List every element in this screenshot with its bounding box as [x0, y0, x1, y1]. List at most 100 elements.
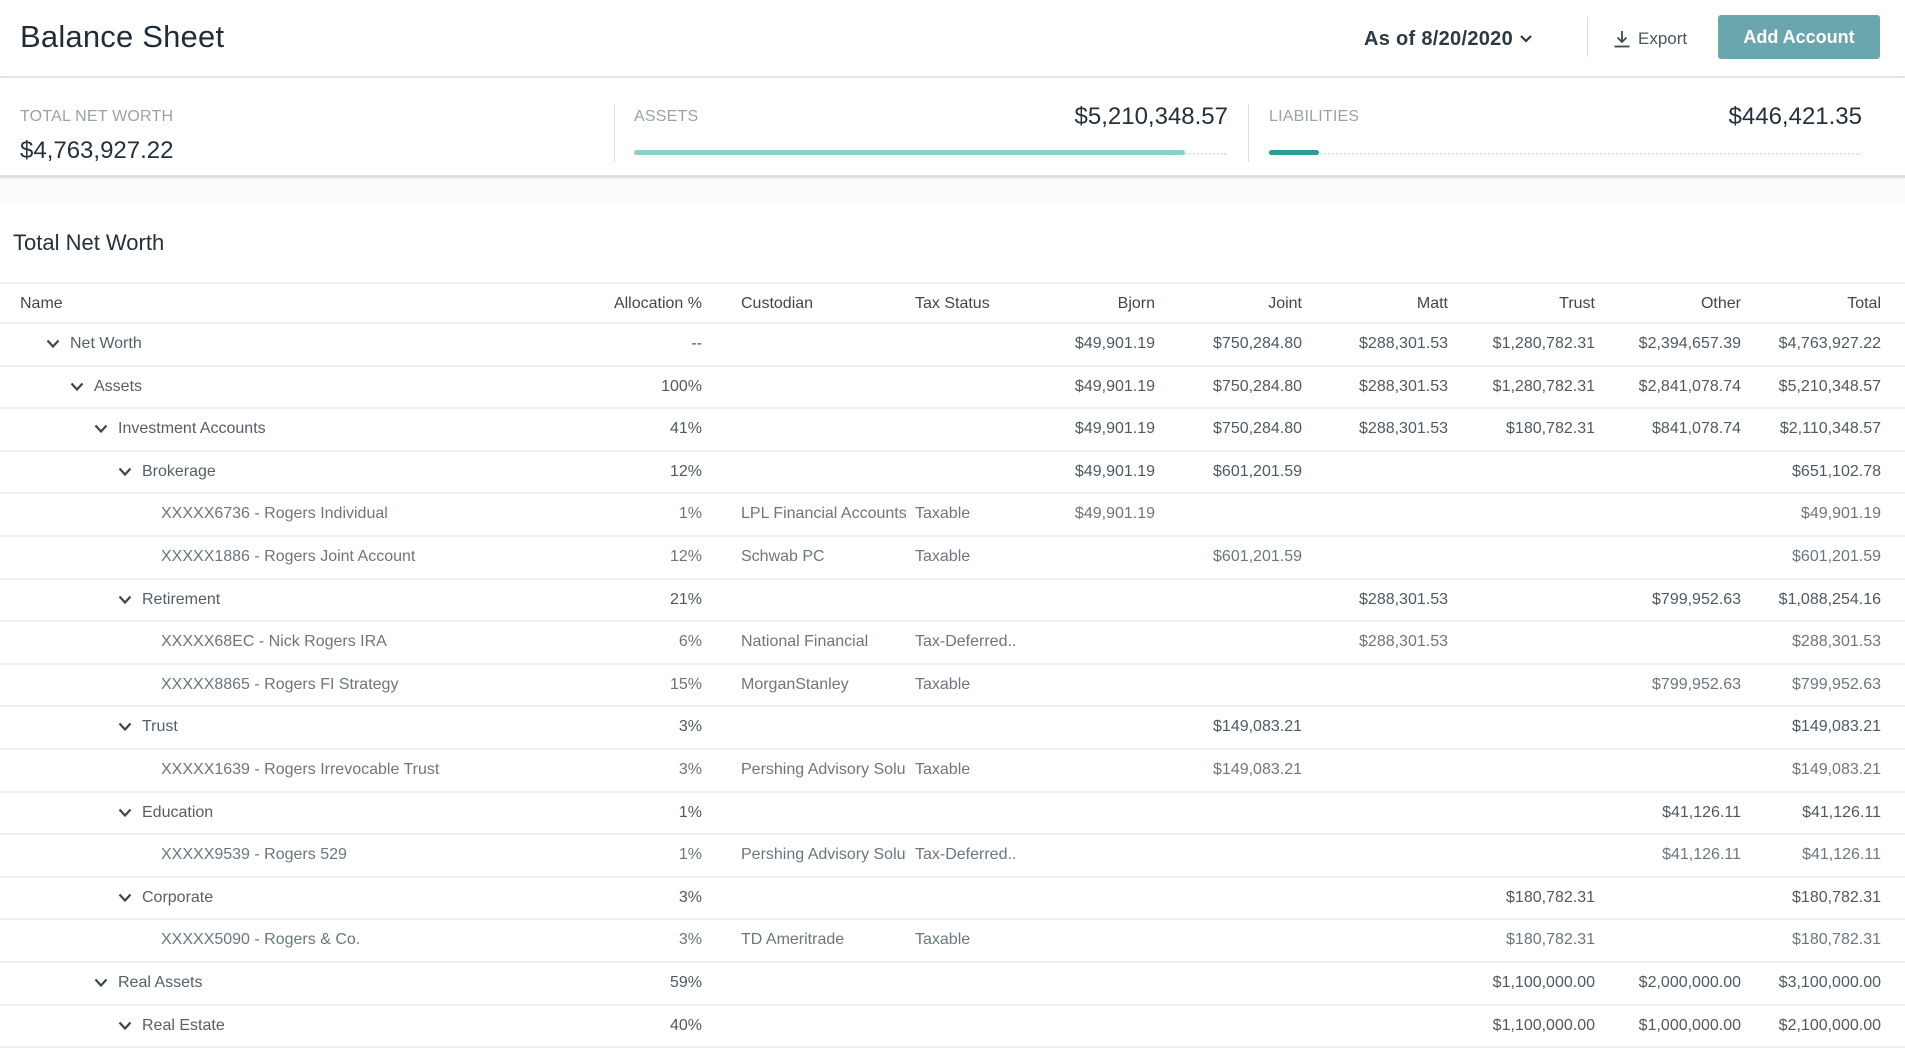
- cell-bjorn: [1035, 580, 1155, 620]
- cell-matt: [1308, 452, 1448, 492]
- cell-name: XXXXX5090 - Rogers & Co.: [20, 920, 540, 960]
- cell-matt: [1308, 665, 1448, 705]
- row-name[interactable]: XXXXX1639 - Rogers Irrevocable Trust: [161, 750, 439, 790]
- column-header-total[interactable]: Total: [1745, 284, 1881, 324]
- cell-name: Assets: [20, 367, 540, 407]
- cell-alloc: 40%: [669, 1016, 702, 1034]
- column-header-matt[interactable]: Matt: [1308, 284, 1448, 324]
- cell-joint: [1162, 878, 1302, 918]
- cell-tax: [915, 452, 1025, 492]
- table-row[interactable]: XXXXX68EC - Nick Rogers IRA 6% National Fi…: [0, 622, 1905, 665]
- table-group-row[interactable]: Trust 3% $149,083.21 $149,083.21: [0, 707, 1905, 750]
- table-group-row[interactable]: Corporate 3% $180,782.31 $180,782.31: [0, 878, 1905, 921]
- cell-cust: [741, 793, 906, 833]
- assets-value: $5,210,348.57: [1074, 103, 1228, 130]
- cell-total: $2,110,348.57: [1779, 420, 1881, 438]
- table-row[interactable]: XXXXX8865 - Rogers FI Strategy 15% MorganS…: [0, 665, 1905, 708]
- column-header-trust[interactable]: Trust: [1452, 284, 1595, 324]
- cell-joint: $149,083.21: [1213, 760, 1302, 778]
- cell-alloc: 3%: [678, 888, 702, 906]
- cell-matt: $288,301.53: [1359, 590, 1448, 608]
- cell-tax: Taxable: [915, 505, 971, 523]
- row-name[interactable]: XXXXX6736 - Rogers Individual: [161, 494, 388, 534]
- balance-sheet-table: Name Allocation % Custodian Tax Status B…: [0, 282, 1905, 1049]
- page-header: Balance Sheet As of 8/20/2020 Export Add…: [0, 0, 1905, 78]
- net-worth-value: $4,763,927.22: [20, 137, 174, 164]
- cell-trust: $1,280,782.31: [1492, 335, 1595, 352]
- table-group-row[interactable]: Investment Accounts 41% $49,901.19 $750,284…: [0, 409, 1905, 452]
- row-name: Investment Accounts: [118, 420, 266, 438]
- cell-name: Net Worth: [20, 324, 540, 364]
- table-group-row[interactable]: Net Worth -- $49,901.19 $750,284.80 $288,301…: [0, 324, 1905, 367]
- summary-divider: [614, 104, 615, 162]
- cell-bjorn: [1035, 963, 1155, 1003]
- chevron-down-icon: [1520, 35, 1532, 43]
- cell-joint: [1162, 835, 1302, 875]
- add-account-button[interactable]: Add Account: [1718, 15, 1880, 59]
- column-header-joint[interactable]: Joint: [1162, 284, 1302, 324]
- cell-alloc: 1%: [678, 846, 702, 864]
- cell-joint: $750,284.80: [1213, 420, 1302, 438]
- row-name[interactable]: XXXXX9539 - Rogers 529: [161, 835, 347, 875]
- column-header-tax-status[interactable]: Tax Status: [915, 284, 1025, 324]
- cell-total: $180,782.31: [1792, 931, 1881, 949]
- liabilities-bar: [1269, 150, 1861, 155]
- chevron-down-icon[interactable]: [116, 463, 134, 481]
- cell-bjorn: $49,901.19: [1074, 462, 1155, 480]
- table-row[interactable]: XXXXX5090 - Rogers & Co. 3% TD Ameritrade T…: [0, 920, 1905, 963]
- row-name: Real Estate: [142, 1016, 225, 1034]
- column-header-bjorn[interactable]: Bjorn: [1035, 284, 1155, 324]
- cell-joint: [1162, 793, 1302, 833]
- as-of-date-dropdown[interactable]: As of 8/20/2020: [1364, 24, 1533, 54]
- cell-joint: [1162, 665, 1302, 705]
- cell-bjorn: [1035, 1006, 1155, 1046]
- row-name[interactable]: XXXXX68EC - Nick Rogers IRA: [161, 622, 387, 662]
- cell-total: $180,782.31: [1792, 888, 1881, 906]
- chevron-down-icon[interactable]: [92, 974, 110, 992]
- chevron-down-icon[interactable]: [116, 804, 134, 822]
- cell-joint: [1162, 1006, 1302, 1046]
- as-of-date-label: As of 8/20/2020: [1364, 27, 1514, 50]
- assets-label: ASSETS: [634, 108, 699, 125]
- cell-alloc: 6%: [678, 633, 702, 651]
- cell-bjorn: [1035, 920, 1155, 960]
- chevron-down-icon[interactable]: [44, 335, 62, 353]
- chevron-down-icon[interactable]: [68, 378, 86, 396]
- column-header-custodian[interactable]: Custodian: [741, 284, 906, 324]
- table-group-row[interactable]: Education 1% $41,126.11 $41,126.11: [0, 793, 1905, 836]
- column-header-allocation[interactable]: Allocation %: [560, 284, 702, 324]
- cell-matt: [1308, 750, 1448, 790]
- export-button[interactable]: Export: [1612, 24, 1687, 54]
- table-row[interactable]: XXXXX6736 - Rogers Individual 1% LPL Finan…: [0, 494, 1905, 537]
- row-name[interactable]: XXXXX5090 - Rogers & Co.: [161, 920, 360, 960]
- cell-name: XXXXX8865 - Rogers FI Strategy: [20, 665, 540, 705]
- chevron-down-icon[interactable]: [92, 420, 110, 438]
- cell-trust: [1452, 750, 1595, 790]
- table-group-row[interactable]: Brokerage 12% $49,901.19 $601,201.59 $651,10…: [0, 452, 1905, 495]
- row-name[interactable]: XXXXX8865 - Rogers FI Strategy: [161, 665, 398, 705]
- cell-joint: $149,083.21: [1213, 718, 1302, 736]
- table-group-row[interactable]: Assets 100% $49,901.19 $750,284.80 $288,301.…: [0, 367, 1905, 410]
- cell-matt: [1308, 920, 1448, 960]
- column-header-name[interactable]: Name: [20, 284, 540, 324]
- cell-joint: $601,201.59: [1213, 462, 1302, 480]
- cell-total: $41,126.11: [1802, 846, 1881, 864]
- table-group-row[interactable]: Retirement 21% $288,301.53 $799,952.63 $1,08…: [0, 580, 1905, 623]
- cell-tax: [915, 793, 1025, 833]
- cell-cust: Pershing Advisory Solutions: [741, 846, 906, 864]
- cell-bjorn: [1035, 878, 1155, 918]
- table-group-row[interactable]: Real Estate 40% $1,100,000.00 $1,000,000.00…: [0, 1006, 1905, 1049]
- table-row[interactable]: XXXXX1639 - Rogers Irrevocable Trust 3% Pe…: [0, 750, 1905, 793]
- chevron-down-icon[interactable]: [116, 591, 134, 609]
- chevron-down-icon[interactable]: [116, 718, 134, 736]
- table-row[interactable]: XXXXX1886 - Rogers Joint Account 12% Schwa…: [0, 537, 1905, 580]
- cell-total: $5,210,348.57: [1778, 377, 1881, 395]
- table-group-row[interactable]: Real Assets 59% $1,100,000.00 $2,000,000.00…: [0, 963, 1905, 1006]
- row-name[interactable]: XXXXX1886 - Rogers Joint Account: [161, 537, 415, 577]
- chevron-down-icon[interactable]: [116, 1017, 134, 1035]
- cell-total: $149,083.21: [1792, 718, 1881, 736]
- table-row[interactable]: XXXXX9539 - Rogers 529 1% Pershing Advisor…: [0, 835, 1905, 878]
- net-worth-label: TOTAL NET WORTH: [20, 108, 174, 125]
- chevron-down-icon[interactable]: [116, 889, 134, 907]
- column-header-other[interactable]: Other: [1600, 284, 1741, 324]
